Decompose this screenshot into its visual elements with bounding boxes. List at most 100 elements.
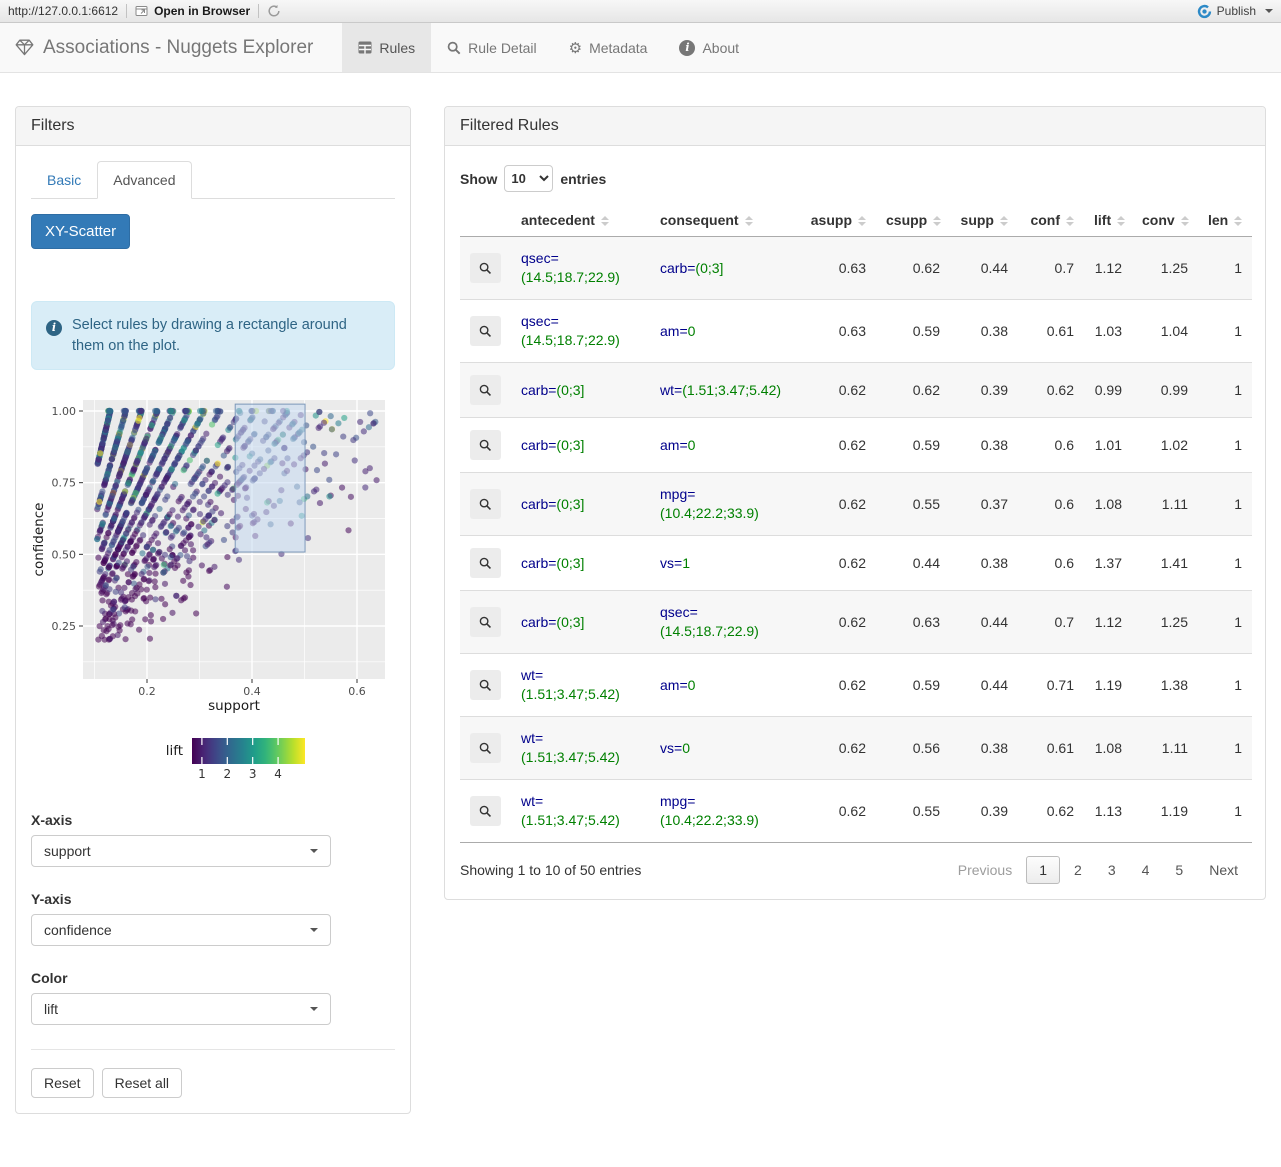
- attribute-value: (1.51;3.47;5.42): [521, 812, 620, 828]
- conf-cell: 0.6: [1018, 472, 1084, 536]
- inspect-rule-button[interactable]: [470, 733, 501, 763]
- table-row: carb=(0;3] qsec=(14.5;18.7;22.9) 0.62 0.63 0…: [460, 590, 1252, 654]
- conv-cell: 1.41: [1132, 535, 1198, 591]
- attribute-name: carb=: [521, 613, 557, 630]
- column-header-len[interactable]: len: [1198, 204, 1252, 237]
- page-button-3[interactable]: 3: [1096, 857, 1128, 883]
- table-row: carb=(0;3] vs=1 0.62 0.44 0.38 0.6 1.37 1.41 1: [460, 535, 1252, 591]
- next-page-button[interactable]: Next: [1197, 857, 1250, 883]
- table-row: wt=(1.51;3.47;5.42) am=0 0.62 0.59 0.44 0.71 1…: [460, 653, 1252, 717]
- rules-table-body: qsec=(14.5;18.7;22.9) carb=(0;3] 0.63 0.62 0…: [460, 236, 1252, 843]
- magnifier-icon: [479, 384, 492, 396]
- conf-cell: 0.71: [1018, 653, 1084, 717]
- tab-rule-detail[interactable]: Rule Detail: [431, 23, 552, 72]
- publish-button[interactable]: Publish: [1197, 4, 1273, 19]
- chevron-down-icon: [310, 1007, 318, 1012]
- page-length-select[interactable]: 10: [504, 165, 554, 192]
- asupp-cell: 0.62: [796, 472, 876, 536]
- sort-icon: [1000, 216, 1008, 227]
- y-axis-label: Y-axis: [31, 891, 72, 908]
- refresh-button[interactable]: [267, 4, 281, 18]
- inspect-rule-button[interactable]: [470, 316, 501, 346]
- column-header-lift[interactable]: lift: [1084, 204, 1132, 237]
- color-select[interactable]: lift: [31, 993, 331, 1026]
- page-button-5[interactable]: 5: [1163, 857, 1195, 883]
- attribute-value: (0;3]: [695, 259, 724, 276]
- y-axis-select[interactable]: confidence: [31, 914, 331, 947]
- attribute-name: qsec=: [521, 313, 559, 329]
- consequent-cell: mpg= (10.4;22.2;33.9): [650, 472, 796, 536]
- lift-cell: 0.99: [1084, 362, 1132, 418]
- info-icon: i: [46, 320, 62, 336]
- column-header-conv[interactable]: conv: [1132, 204, 1198, 237]
- csupp-cell: 0.55: [876, 472, 950, 536]
- lift-cell: 1.03: [1084, 299, 1132, 363]
- consequent-cell: mpg= (10.4;22.2;33.9): [650, 779, 796, 843]
- sort-icon: [933, 216, 942, 227]
- open-in-browser-button[interactable]: Open in Browser: [135, 4, 250, 18]
- column-header-antecedent[interactable]: antecedent: [511, 204, 650, 237]
- column-header-consequent[interactable]: consequent: [650, 204, 796, 237]
- table-row: qsec=(14.5;18.7;22.9) am=0 0.63 0.59 0.38 0.6…: [460, 299, 1252, 363]
- attribute-value: (0;3]: [556, 381, 585, 398]
- inspect-rule-button[interactable]: [470, 607, 501, 637]
- lift-cell: 1.01: [1084, 417, 1132, 473]
- reset-all-button[interactable]: Reset all: [101, 1068, 183, 1099]
- page-button-2[interactable]: 2: [1062, 857, 1094, 883]
- lift-cell: 1.19: [1084, 653, 1132, 717]
- page-button-1[interactable]: 1: [1026, 856, 1061, 884]
- inspect-rule-button[interactable]: [470, 375, 501, 405]
- attribute-name: wt=: [660, 381, 683, 398]
- column-header-asupp[interactable]: asupp: [796, 204, 876, 237]
- tab-metadata[interactable]: ⚙ Metadata: [553, 23, 664, 72]
- inspect-rule-button[interactable]: [470, 548, 501, 578]
- inspect-rule-button[interactable]: [470, 796, 501, 826]
- supp-cell: 0.38: [950, 716, 1018, 780]
- page-button-4[interactable]: 4: [1130, 857, 1162, 883]
- scatter-plot[interactable]: [31, 392, 387, 783]
- attribute-value: (1.51;3.47;5.42): [682, 381, 782, 398]
- icon-column-header: [460, 204, 511, 237]
- entries-label: entries: [560, 170, 607, 187]
- chevron-down-icon: [310, 849, 318, 854]
- tab-about[interactable]: i About: [663, 23, 755, 72]
- consequent-cell: carb=(0;3]: [650, 236, 796, 300]
- inspect-rule-button[interactable]: [470, 489, 501, 519]
- tab-rules[interactable]: Rules: [342, 23, 432, 72]
- len-cell: 1: [1198, 653, 1252, 717]
- open-in-browser-label: Open in Browser: [154, 4, 251, 18]
- inspect-rule-button[interactable]: [470, 253, 501, 283]
- antecedent-cell: wt= (1.51;3.47;5.42): [511, 653, 650, 717]
- app-navbar: Associations - Nuggets Explorer Rules Ru…: [0, 23, 1281, 73]
- conf-cell: 0.7: [1018, 590, 1084, 654]
- x-axis-select[interactable]: support: [31, 835, 331, 868]
- tab-basic[interactable]: Basic: [31, 161, 97, 199]
- x-axis-value: support: [44, 843, 91, 860]
- reset-button[interactable]: Reset: [31, 1068, 94, 1099]
- xy-scatter-button[interactable]: XY-Scatter: [31, 214, 131, 249]
- antecedent-cell: wt= (1.51;3.47;5.42): [511, 716, 650, 780]
- sort-icon: [744, 216, 753, 227]
- app-url: http://127.0.0.1:6612: [8, 4, 119, 18]
- inspect-rule-button[interactable]: [470, 430, 501, 460]
- toolbar-divider: [258, 4, 260, 18]
- supp-cell: 0.39: [950, 779, 1018, 843]
- show-label: Show: [460, 170, 498, 187]
- gear-icon: ⚙: [568, 38, 583, 57]
- pagination: Previous 1 2 3 4 5 Next: [944, 856, 1250, 884]
- attribute-value: 0: [687, 676, 696, 693]
- column-header-supp[interactable]: supp: [950, 204, 1018, 237]
- antecedent-cell: wt= (1.51;3.47;5.42): [511, 779, 650, 843]
- table-row: wt= (1.51;3.47;5.42) mpg= (10.4;22.2;33.9) 0…: [460, 779, 1252, 843]
- attribute-value: 0: [687, 436, 696, 453]
- table-row: carb=(0;3] mpg=(10.4;22.2;33.9) 0.62 0.55 0.…: [460, 472, 1252, 536]
- len-cell: 1: [1198, 362, 1252, 418]
- attribute-name: am=: [660, 322, 688, 339]
- sort-icon: [1117, 216, 1126, 227]
- column-header-conf[interactable]: conf: [1018, 204, 1084, 237]
- attribute-value: 0: [682, 739, 690, 756]
- inspect-rule-button[interactable]: [470, 670, 501, 700]
- tab-advanced[interactable]: Advanced: [97, 161, 192, 199]
- column-header-csupp[interactable]: csupp: [876, 204, 950, 237]
- previous-page-button[interactable]: Previous: [946, 857, 1024, 883]
